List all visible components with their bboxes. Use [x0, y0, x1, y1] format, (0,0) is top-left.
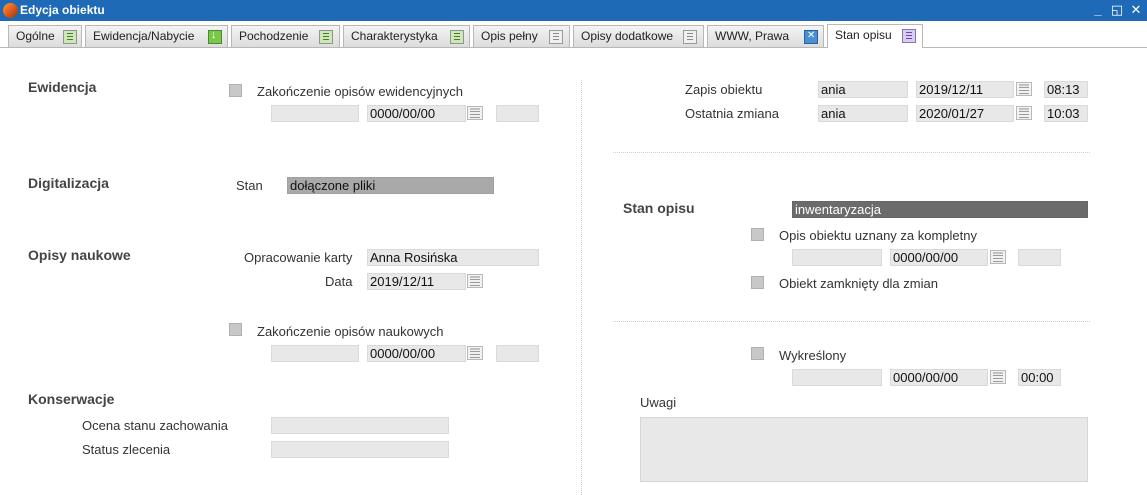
ewidencja-user-field[interactable] [271, 105, 359, 122]
calendar-icon [1016, 82, 1032, 96]
tab-opisy-dodatkowe[interactable]: Opisy dodatkowe [573, 25, 704, 47]
stan-opisu-field[interactable]: inwentaryzacja [792, 201, 1088, 218]
wykreslony-label: Wykreślony [779, 348, 847, 363]
ewidencja-complete-label: Zakończenie opisów ewidencyjnych [257, 84, 463, 99]
naukowe-complete-label: Zakończenie opisów naukowych [257, 324, 444, 339]
tab-label: Opis pełny [481, 29, 538, 43]
calendar-icon[interactable] [990, 250, 1006, 264]
network-icon [804, 30, 818, 44]
kompletny-checkbox[interactable] [751, 228, 764, 241]
naukowe-complete-checkbox[interactable] [229, 323, 242, 336]
section-konserwacje-title: Konserwacje [28, 391, 115, 407]
tab-label: Stan opisu [835, 28, 892, 42]
tab-opis-pelny[interactable]: Opis pełny [473, 25, 570, 47]
tab-label: Charakterystyka [351, 29, 438, 43]
tab-label: WWW, Prawa [715, 29, 789, 43]
minimize-button[interactable]: _ [1090, 2, 1106, 18]
divider [613, 321, 1090, 322]
tab-charakterystyka[interactable]: Charakterystyka [343, 25, 470, 47]
kompletny-user-field[interactable] [792, 249, 882, 266]
tab-label: Ogólne [16, 29, 55, 43]
divider [613, 152, 1090, 153]
data-field[interactable]: 2019/12/11 [367, 273, 466, 290]
zmiana-time-field: 10:03 [1044, 105, 1088, 122]
naukowe-time-field[interactable] [496, 345, 539, 362]
tab-ewidencja-nabycie[interactable]: Ewidencja/Nabycie [85, 25, 228, 47]
ocena-stanu-label: Ocena stanu zachowania [82, 418, 228, 433]
tab-www-prawa[interactable]: WWW, Prawa [707, 25, 824, 47]
kompletny-time-field[interactable] [1018, 249, 1061, 266]
restore-button[interactable]: ◱ [1109, 2, 1125, 18]
list-icon [63, 30, 77, 44]
calendar-icon [1016, 106, 1032, 120]
ewidencja-complete-checkbox[interactable] [229, 84, 242, 97]
tab-label: Opisy dodatkowe [581, 29, 674, 43]
opracowanie-karty-label: Opracowanie karty [244, 250, 353, 265]
zamkniety-label: Obiekt zamknięty dla zmian [779, 276, 938, 291]
section-digitalizacja-title: Digitalizacja [28, 175, 109, 191]
tab-label: Pochodzenie [239, 29, 309, 43]
document-icon [683, 30, 697, 44]
opracowanie-karty-field[interactable]: Anna Rosińska [367, 249, 539, 266]
close-button[interactable]: ✕ [1128, 2, 1144, 18]
section-opisy-naukowe-title: Opisy naukowe [28, 247, 131, 263]
wykreslony-time-field[interactable]: 00:00 [1018, 369, 1061, 386]
naukowe-user-field[interactable] [271, 345, 359, 362]
zapis-date-field: 2019/12/11 [916, 81, 1014, 98]
notes-icon [902, 29, 916, 43]
ewidencja-date-field[interactable]: 0000/00/00 [367, 105, 466, 122]
digitalizacja-stan-label: Stan [236, 178, 263, 193]
status-zlecenia-label: Status zlecenia [82, 442, 171, 457]
kompletny-label: Opis obiektu uznany za kompletny [779, 228, 977, 243]
ewidencja-time-field[interactable] [496, 105, 539, 122]
tab-bar: Ogólne Ewidencja/Nabycie Pochodzenie Cha… [0, 21, 1147, 48]
zapis-user-field: ania [818, 81, 908, 98]
tab-pochodzenie[interactable]: Pochodzenie [231, 25, 340, 47]
uwagi-textarea[interactable] [640, 417, 1088, 482]
calendar-icon[interactable] [467, 106, 483, 120]
data-label: Data [325, 274, 353, 289]
zapis-time-field: 08:13 [1044, 81, 1088, 98]
uwagi-label: Uwagi [640, 395, 677, 410]
tab-stan-opisu[interactable]: Stan opisu [827, 24, 923, 48]
section-stan-opisu-title: Stan opisu [623, 200, 695, 216]
window-title: Edycja obiektu [20, 3, 105, 17]
calendar-icon[interactable] [467, 274, 483, 288]
ostatnia-zmiana-label: Ostatnia zmiana [685, 106, 779, 121]
zapis-obiektu-label: Zapis obiektu [685, 82, 763, 97]
download-icon [208, 29, 222, 44]
zmiana-date-field: 2020/01/27 [916, 105, 1014, 122]
document-icon [549, 30, 563, 44]
wykreslony-checkbox[interactable] [751, 347, 764, 360]
book-icon [450, 30, 464, 44]
kompletny-date-field[interactable]: 0000/00/00 [890, 249, 988, 266]
section-ewidencja-title: Ewidencja [28, 79, 97, 95]
tab-ogolne[interactable]: Ogólne [8, 25, 82, 47]
zamkniety-checkbox[interactable] [751, 276, 764, 289]
book-icon [319, 30, 333, 44]
zmiana-user-field: ania [818, 105, 908, 122]
calendar-icon[interactable] [467, 346, 483, 360]
tab-label: Ewidencja/Nabycie [93, 29, 195, 43]
column-divider [581, 80, 582, 495]
naukowe-date-field[interactable]: 0000/00/00 [367, 345, 466, 362]
wykreslony-date-field[interactable]: 0000/00/00 [890, 369, 988, 386]
calendar-icon[interactable] [990, 370, 1006, 384]
app-logo-icon [3, 3, 18, 18]
digitalizacja-stan-field[interactable]: dołączone pliki [287, 177, 494, 194]
status-zlecenia-field[interactable] [271, 441, 449, 458]
window-titlebar: Edycja obiektu _ ◱ ✕ [0, 0, 1147, 21]
wykreslony-user-field[interactable] [792, 369, 882, 386]
ocena-stanu-field[interactable] [271, 417, 449, 434]
